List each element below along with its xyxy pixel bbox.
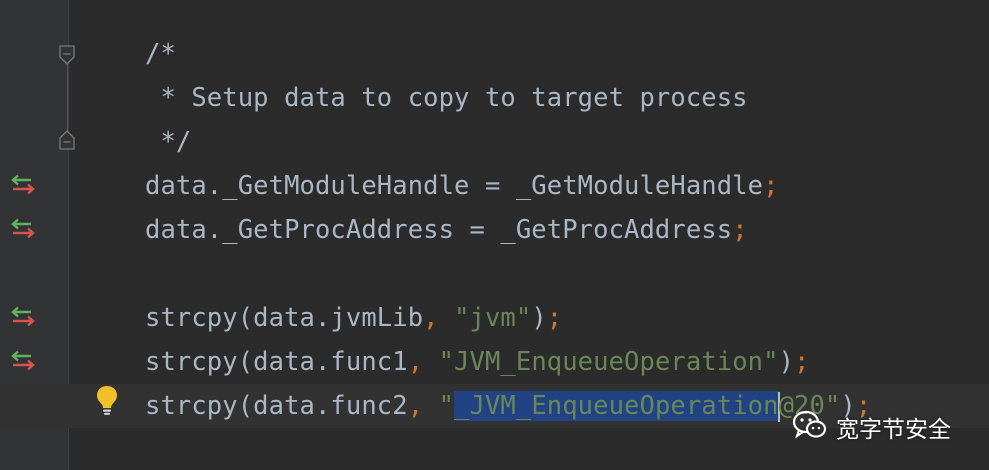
string-literal: "jvm" <box>454 303 532 333</box>
lightbulb-icon[interactable] <box>94 384 120 416</box>
code-line[interactable]: */ <box>0 120 989 164</box>
code-editor[interactable]: /* * Setup data to copy to target proces… <box>0 0 989 470</box>
comment-text: */ <box>145 127 192 157</box>
semicolon: ; <box>794 347 810 377</box>
code-text: strcpy(data.func1 <box>145 347 408 377</box>
semicolon: ; <box>763 171 779 201</box>
code-area[interactable]: /* * Setup data to copy to target proces… <box>0 0 989 470</box>
code-line[interactable]: * Setup data to copy to target process <box>0 76 989 120</box>
code-line[interactable]: data._GetProcAddress = _GetProcAddress; <box>0 208 989 252</box>
code-text: data._GetModuleHandle = _GetModuleHandle <box>145 171 764 201</box>
semicolon: ; <box>732 215 748 245</box>
comment-text: * Setup data to copy to target process <box>145 83 748 113</box>
code-line[interactable]: /* <box>0 32 989 76</box>
code-line[interactable]: strcpy(data.jvmLib, "jvm"); <box>0 296 989 340</box>
comment-text: /* <box>145 39 176 69</box>
code-text: strcpy(data.jvmLib <box>145 303 424 333</box>
code-line[interactable]: data._GetModuleHandle = _GetModuleHandle… <box>0 164 989 208</box>
semicolon: ; <box>546 303 563 333</box>
watermark: 宽字节安全 <box>792 406 982 448</box>
empty-line[interactable] <box>0 252 989 296</box>
close-paren: ) <box>531 303 547 333</box>
comma: , <box>407 347 424 377</box>
comma: , <box>407 391 424 421</box>
code-line[interactable]: strcpy(data.func1, "JVM_EnqueueOperation… <box>0 340 989 384</box>
close-paren: ) <box>778 347 795 377</box>
selected-text[interactable]: _JVM_EnqueueOperation <box>454 391 779 421</box>
comma: , <box>423 303 439 333</box>
string-quote: " <box>438 391 455 421</box>
code-text: data._GetProcAddress = _GetProcAddress <box>145 215 733 245</box>
code-text: strcpy(data.func2 <box>145 391 408 421</box>
watermark-text: 宽字节安全 <box>836 417 951 443</box>
string-literal: "JVM_EnqueueOperation" <box>438 347 779 377</box>
wechat-icon <box>792 410 828 444</box>
